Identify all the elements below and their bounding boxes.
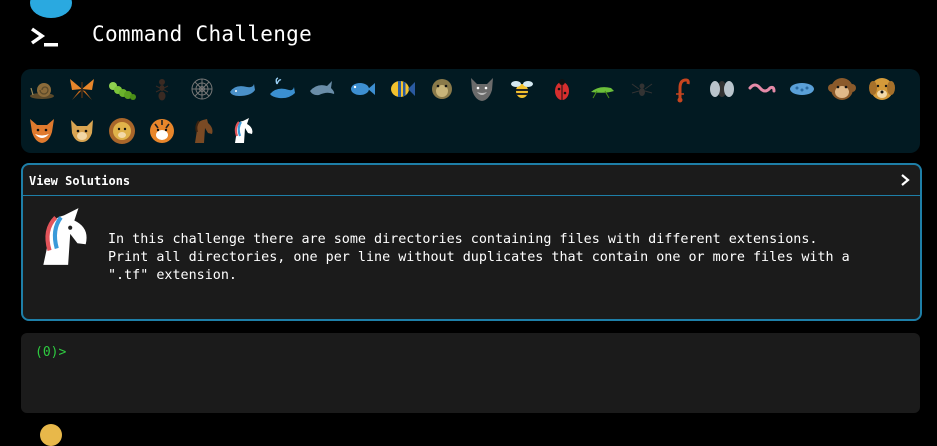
ladybug-icon[interactable] bbox=[546, 73, 578, 105]
monkey-icon[interactable] bbox=[826, 73, 858, 105]
bee-icon[interactable] bbox=[506, 73, 538, 105]
view-solutions-label: View Solutions bbox=[29, 174, 131, 188]
unicorn-icon[interactable] bbox=[226, 115, 258, 147]
fly-icon[interactable] bbox=[706, 73, 738, 105]
top-arc-decoration bbox=[30, 0, 72, 18]
challenge-description: In this challenge there are some directo… bbox=[108, 232, 850, 283]
view-solutions-toggle[interactable]: View Solutions bbox=[23, 165, 920, 196]
whale-icon[interactable] bbox=[226, 73, 258, 105]
app-title: Command Challenge bbox=[92, 22, 313, 46]
blowfish-icon[interactable] bbox=[426, 73, 458, 105]
scorpion-icon[interactable] bbox=[666, 73, 698, 105]
spouting-whale-icon[interactable] bbox=[266, 73, 298, 105]
caterpillar-icon[interactable] bbox=[106, 73, 138, 105]
terminal-prompt-icon[interactable] bbox=[28, 26, 62, 50]
fish-icon[interactable] bbox=[346, 73, 378, 105]
microbe-icon[interactable] bbox=[786, 73, 818, 105]
tropical-fish-icon[interactable] bbox=[386, 73, 418, 105]
terminal-prompt: (0)> bbox=[35, 345, 67, 360]
wolf-icon[interactable] bbox=[466, 73, 498, 105]
horse-icon[interactable] bbox=[186, 115, 218, 147]
unicorn-icon bbox=[43, 208, 87, 265]
butterfly-icon[interactable] bbox=[66, 73, 98, 105]
ant-icon[interactable] bbox=[146, 73, 178, 105]
fox-icon[interactable] bbox=[26, 115, 58, 147]
dog-icon[interactable] bbox=[866, 73, 898, 105]
spider-icon[interactable] bbox=[626, 73, 658, 105]
worm-icon[interactable] bbox=[746, 73, 778, 105]
terminal-input-area[interactable]: (0)> bbox=[21, 333, 920, 413]
challenge-icons-panel bbox=[21, 69, 920, 153]
solutions-panel: View Solutions In this challenge there a… bbox=[21, 163, 922, 321]
lion-icon[interactable] bbox=[106, 115, 138, 147]
app-header: Command Challenge bbox=[0, 0, 937, 68]
cat-icon[interactable] bbox=[66, 115, 98, 147]
tiger-icon[interactable] bbox=[146, 115, 178, 147]
chevron-right-icon[interactable] bbox=[898, 172, 912, 188]
footer-avatar-icon bbox=[40, 424, 62, 446]
snail-icon[interactable] bbox=[26, 73, 58, 105]
spider-web-icon[interactable] bbox=[186, 73, 218, 105]
dolphin-icon[interactable] bbox=[306, 73, 338, 105]
cricket-icon[interactable] bbox=[586, 73, 618, 105]
